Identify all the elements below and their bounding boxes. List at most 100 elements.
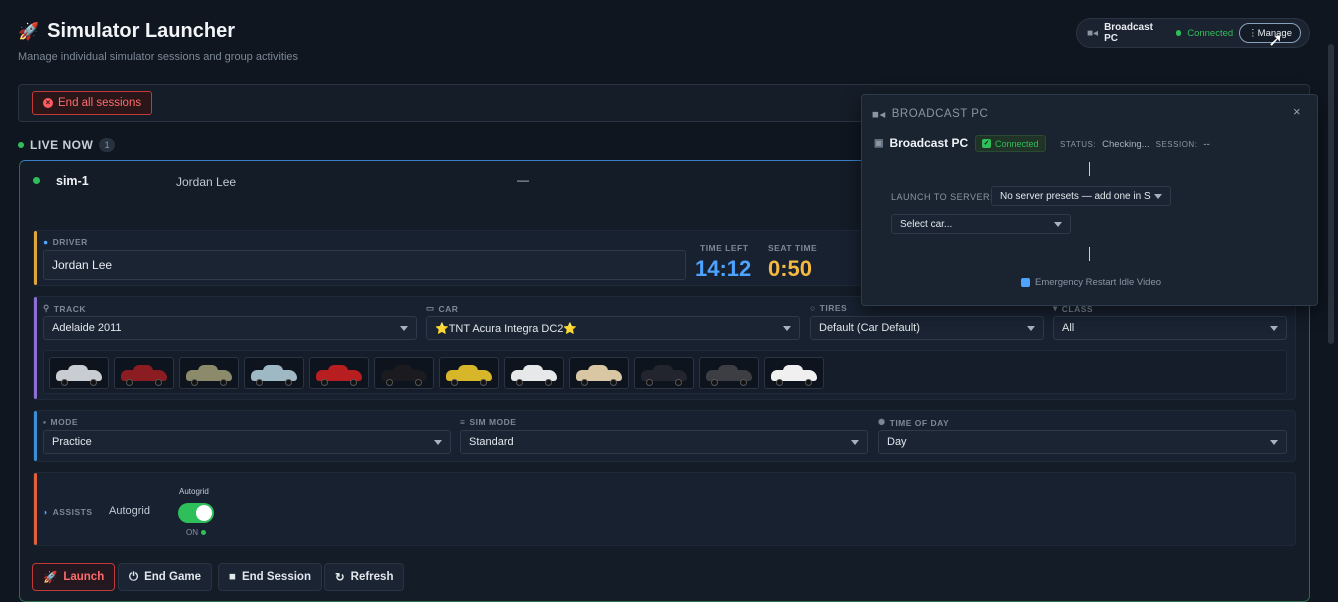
sim-session-summary: — [517,173,529,187]
emergency-restart-label: Emergency Restart Idle Video [1035,277,1162,288]
sim-mode-select[interactable]: Standard [460,430,868,454]
car-thumbnail[interactable] [439,357,499,389]
chevron-down-icon [1154,193,1162,199]
check-icon: ✓ [982,139,991,148]
sim-mode-select-value: Standard [469,436,514,448]
time-left-label: TIME LEFT [700,243,749,253]
car-thumbnail[interactable] [699,357,759,389]
car-thumbnail-part [451,379,458,386]
car-select-value: ⭐TNT Acura Integra DC2⭐ [435,322,578,335]
end-all-label: End all sessions [58,97,142,109]
end-all-sessions-button[interactable]: × End all sessions [32,91,153,115]
page-scrollbar[interactable] [1328,44,1334,344]
car-thumbnail-part [740,379,747,386]
user-icon: ● [43,237,49,247]
chevron-down-icon [1027,325,1035,331]
chevron-down-icon [1054,221,1062,227]
video-camera-icon: ■◂ [1087,27,1099,39]
rocket-icon: 🚀 [43,572,58,584]
time-of-day-select-value: Day [887,436,907,448]
stop-circle-icon: × [43,98,53,108]
car-thumbnail[interactable] [764,357,824,389]
mode-select[interactable]: Practice [43,430,451,454]
track-select[interactable]: Adelaide 2011 [43,316,417,340]
class-select-value: All [1062,322,1075,334]
time-of-day-label: ✺ TIME OF DAY [878,417,949,428]
sim-mode-label-text: SIM MODE [469,417,517,427]
car-gallery [43,350,1287,394]
car-thumbnail-part [480,379,487,386]
car-thumbnail-part [386,379,393,386]
refresh-button[interactable]: ↻ Refresh [324,563,405,591]
car-thumbnail-part [321,379,328,386]
connected-dot-icon [1175,30,1182,36]
seat-time-value: 0:50 [768,256,813,281]
car-icon: ▭ [426,303,435,313]
broadcast-status: Connected [1187,27,1234,39]
car-thumbnail[interactable] [114,357,174,389]
emergency-restart-button[interactable]: Emergency Restart Idle Video [1021,277,1161,288]
assists-value: Autogrid [109,505,150,517]
close-icon[interactable]: × [1293,104,1301,119]
sliders-icon: ≡ [460,417,466,427]
page-subtitle: Manage individual simulator sessions and… [18,51,299,63]
car-select[interactable]: ⭐TNT Acura Integra DC2⭐ [426,316,800,340]
popup-connected-badge: ✓ Connected [975,135,1046,152]
driver-input-value: Jordan Lee [52,258,113,272]
tires-label: ○ TIRES [810,303,847,313]
car-thumbnail-part [61,379,68,386]
car-thumbnail-part [350,379,357,386]
tires-label-text: TIRES [819,303,848,313]
time-of-day-select[interactable]: Day [878,430,1287,454]
power-icon: ⏻ [129,570,139,583]
end-session-button[interactable]: ■ End Session [218,563,322,591]
car-thumbnail[interactable] [504,357,564,389]
seat-time-label: SEAT TIME [768,243,818,253]
car-thumbnail-part [545,379,552,386]
broadcast-name: Broadcast PC [1104,22,1153,44]
end-game-label: End Game [144,571,201,583]
car-thumbnail[interactable] [244,357,304,389]
popup-title-text: BROADCAST PC [891,108,989,120]
assists-section [33,472,1296,546]
tires-select[interactable]: Default (Car Default) [810,316,1044,340]
end-game-button[interactable]: ⏻ End Game [118,563,212,591]
car-thumbnail-part [610,379,617,386]
time-of-day-label-text: TIME OF DAY [889,417,950,428]
video-camera-icon: ■◂ [872,109,886,121]
status-label: STATUS: [1060,140,1097,149]
chevron-down-icon [783,325,791,331]
map-pin-icon: ⚲ [43,303,50,313]
page-title: 🚀 Simulator Launcher [18,20,235,43]
autogrid-toggle[interactable] [178,503,214,523]
car-thumbnail-part [191,379,198,386]
launch-button[interactable]: 🚀 Launch [32,563,116,591]
sim-driver-summary: Jordan Lee [176,175,237,189]
sim-name: sim-1 [56,174,89,188]
car-thumbnail[interactable] [179,357,239,389]
autogrid-state: ON [186,528,206,537]
refresh-icon: ↻ [335,572,345,584]
assists-label-text: ASSISTS [52,507,93,517]
car-thumbnail[interactable] [309,357,369,389]
driver-input[interactable]: Jordan Lee [43,250,686,280]
text-caret [1089,247,1090,261]
autogrid-toggle-label: Autogrid [179,487,209,496]
more-vertical-icon: ⋮ [1248,27,1258,39]
car-thumbnail-part [711,379,718,386]
stop-icon: ■ [229,571,236,583]
tire-icon: ○ [810,303,816,313]
car-thumbnail-part [516,379,523,386]
car-thumbnail[interactable] [374,357,434,389]
sim-status-dot-icon [33,177,40,184]
chevron-down-icon [400,325,408,331]
on-dot-icon [201,530,206,535]
car-thumbnail[interactable] [569,357,629,389]
car-label-text: CAR [438,303,459,314]
class-select[interactable]: All [1053,316,1287,340]
car-thumbnail[interactable] [49,357,109,389]
car-thumbnail[interactable] [634,357,694,389]
chevron-down-icon [1270,325,1278,331]
car-preset-select[interactable]: Select car... [891,214,1071,234]
server-preset-select[interactable]: No server presets — add one in S [991,186,1171,206]
